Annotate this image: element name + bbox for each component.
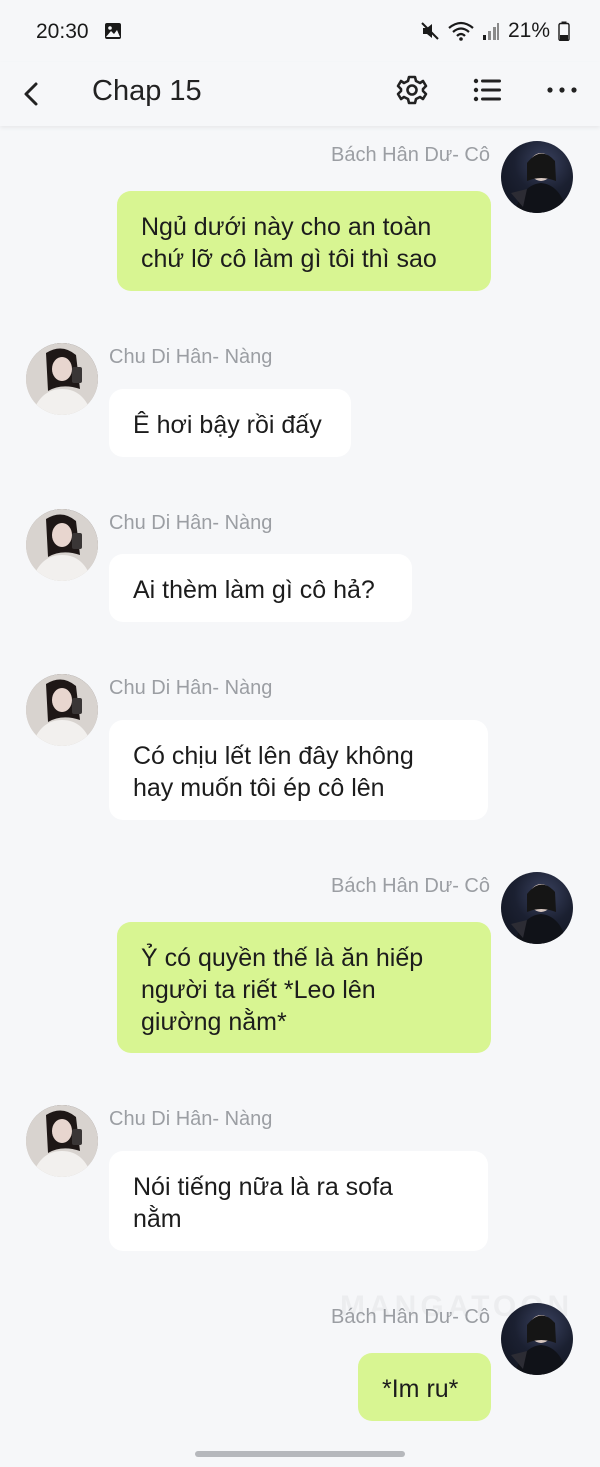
message-bubble[interactable]: Ngủ dưới này cho an toàn chứ lỡ cô làm g… [117,191,491,291]
status-bar: 20:30 21% [0,0,600,62]
message-bubble[interactable]: *Im ru* [358,1353,491,1421]
status-icons: 21% [420,19,570,43]
home-indicator[interactable] [195,1451,405,1457]
sender-name: Chu Di Hân- Nàng [109,512,273,534]
avatar-photo-icon [511,153,567,213]
battery-icon [558,21,570,41]
avatar [501,872,573,944]
avatar [26,343,98,415]
back-arrow-icon[interactable] [14,74,54,114]
message-text: *Im ru* [382,1375,459,1403]
page-title: Chap 15 [92,75,202,107]
avatar [26,509,98,581]
avatar-photo-icon [26,674,98,746]
avatar-photo-icon [511,884,567,944]
message-bubble[interactable]: Ê hơi bậy rồi đấy [109,389,351,457]
toolbar: Chap 15 [0,62,600,126]
avatar [501,1303,573,1375]
more-dots-icon[interactable] [544,72,580,108]
avatar-photo-icon [26,1105,98,1177]
avatar-photo-icon [26,343,98,415]
message-bubble[interactable]: Có chịu lết lên đây không hay muốn tôi é… [109,720,488,820]
message-text: Ai thèm làm gì cô hả? [133,576,375,604]
avatar-photo-icon [26,509,98,581]
avatar-photo-icon [511,1315,567,1375]
message-text: Ê hơi bậy rồi đấy [133,411,322,439]
sender-name: Bách Hân Dư- Cô [330,1306,490,1328]
battery-percentage: 21% [507,19,550,42]
gallery-icon [105,23,121,39]
avatar [501,141,573,213]
sender-name: Chu Di Hân- Nàng [109,1108,273,1130]
sender-name: Bách Hân Dư- Cô [330,875,490,897]
message-text: Nói tiếng nữa là ra sofa nằm [133,1173,393,1233]
wifi-icon [448,21,474,41]
message-bubble[interactable]: Nói tiếng nữa là ra sofa nằm [109,1151,488,1251]
sender-name: Bách Hân Dư- Cô [330,144,490,166]
sender-name: Chu Di Hân- Nàng [109,677,273,699]
message-text: Ỷ có quyền thế là ăn hiếp người ta riết … [141,944,424,1036]
sender-name: Chu Di Hân- Nàng [109,346,273,368]
message-text: Có chịu lết lên đây không hay muốn tôi é… [133,742,414,802]
avatar [26,674,98,746]
avatar [26,1105,98,1177]
message-text: Ngủ dưới này cho an toàn chứ lỡ cô làm g… [141,213,437,273]
gear-icon[interactable] [394,72,430,108]
mute-icon [421,22,439,40]
status-time: 20:30 [36,20,89,43]
message-bubble[interactable]: Ỷ có quyền thế là ăn hiếp người ta riết … [117,922,491,1053]
list-icon[interactable] [470,72,506,108]
message-bubble[interactable]: Ai thèm làm gì cô hả? [109,554,412,622]
signal-icon [482,23,499,40]
